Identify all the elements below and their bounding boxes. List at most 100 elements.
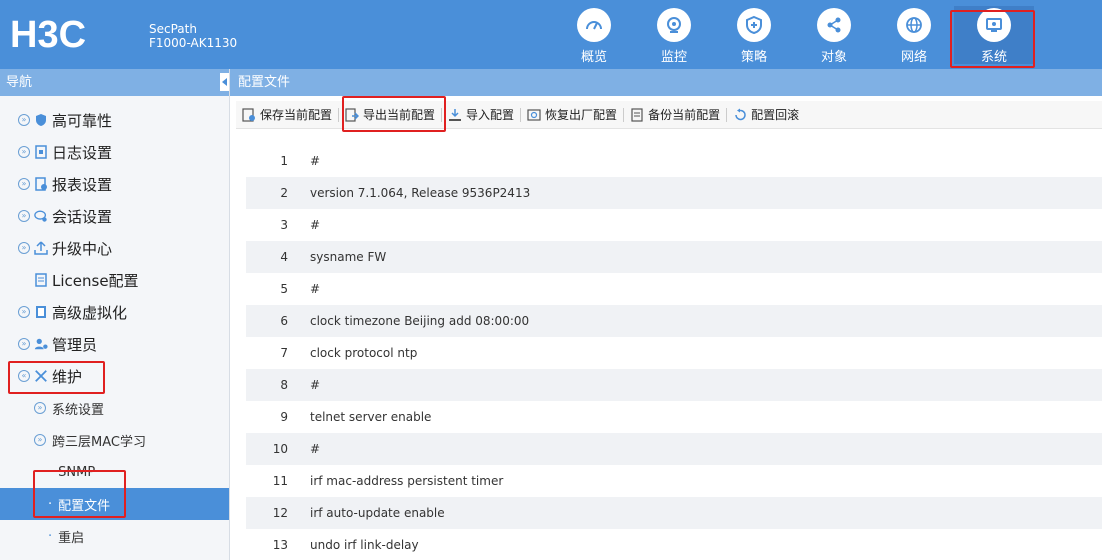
sidebar-subitem-label: 重启 <box>58 530 85 546</box>
sidebar-item-label: 高可靠性 <box>52 111 113 130</box>
rollback-icon <box>733 108 747 122</box>
tab-object[interactable]: 对象 <box>794 6 874 65</box>
sidebar-item-label: 管理员 <box>52 335 98 354</box>
rollback-config-button[interactable]: 配置回滚 <box>727 104 805 126</box>
tab-network[interactable]: 网络 <box>874 6 954 65</box>
tab-label: 监控 <box>660 50 687 65</box>
toolbar-label: 导入配置 <box>466 108 515 122</box>
line-number: 3 <box>280 218 288 232</box>
config-line: 11 irf mac-address persistent timer <box>246 465 1102 497</box>
expand-icon: » <box>18 210 30 222</box>
sidebar-item-report[interactable]: » 报表设置 <box>0 168 229 200</box>
sidebar-subitem-config-file[interactable]: · 配置文件 <box>0 488 229 520</box>
config-line: 13 undo irf link-delay <box>246 529 1102 560</box>
sidebar-item-ha[interactable]: » 高可靠性 <box>0 104 229 136</box>
sidebar-subitem-label: SNMP <box>58 464 96 480</box>
line-number: 2 <box>280 186 288 200</box>
sidebar-item-label: 升级中心 <box>52 239 113 258</box>
config-line: 5 # <box>246 273 1102 305</box>
virtual-icon <box>34 305 48 319</box>
shield-icon <box>34 113 48 127</box>
sidebar-title: 导航 <box>6 75 33 90</box>
upload-icon <box>34 241 48 255</box>
config-toolbar: 保存当前配置 导出当前配置 导入配置 恢复出厂配置 备份当前配置 配置回滚 <box>236 101 1102 129</box>
expand-icon: » <box>34 402 46 414</box>
line-text: # <box>310 154 321 168</box>
line-text: # <box>310 442 321 456</box>
export-config-button[interactable]: 导出当前配置 <box>339 104 441 126</box>
collapse-sidebar-button[interactable] <box>220 73 229 91</box>
sidebar-item-license[interactable]: License配置 <box>0 264 229 296</box>
toolbar-label: 恢复出厂配置 <box>545 108 618 122</box>
restore-factory-button[interactable]: 恢复出厂配置 <box>521 104 623 126</box>
product-line2: F1000-AK1130 <box>149 36 238 50</box>
backup-config-button[interactable]: 备份当前配置 <box>624 104 726 126</box>
bullet-icon: · <box>48 528 53 544</box>
tab-label: 网络 <box>900 50 927 65</box>
toolbar-label: 保存当前配置 <box>260 108 333 122</box>
config-line: 10 # <box>246 433 1102 465</box>
line-number: 5 <box>280 282 288 296</box>
sidebar-header: 导航 <box>0 69 229 96</box>
sidebar-item-label: 高级虚拟化 <box>52 303 128 322</box>
line-number: 8 <box>280 378 288 392</box>
line-number: 6 <box>280 314 288 328</box>
product-name: SecPath F1000-AK1130 <box>149 22 237 50</box>
license-icon <box>34 273 48 287</box>
sidebar-item-maintenance[interactable]: « 维护 <box>0 360 229 392</box>
expand-icon: » <box>18 146 30 158</box>
sidebar-item-session[interactable]: » 会话设置 <box>0 200 229 232</box>
tab-overview[interactable]: 概览 <box>554 6 634 65</box>
sidebar-item-virtualization[interactable]: » 高级虚拟化 <box>0 296 229 328</box>
tools-icon <box>34 369 48 383</box>
save-config-icon <box>242 107 256 122</box>
tab-label: 概览 <box>580 50 607 65</box>
tab-policy[interactable]: 策略 <box>714 6 794 65</box>
sidebar-item-log[interactable]: » 日志设置 <box>0 136 229 168</box>
session-icon <box>34 209 48 223</box>
line-text: # <box>310 282 321 296</box>
config-line: 12 irf auto-update enable <box>246 497 1102 529</box>
toolbar-label: 配置回滚 <box>751 108 800 122</box>
tab-monitor[interactable]: 监控 <box>634 6 714 65</box>
sidebar-item-admin[interactable]: » 管理员 <box>0 328 229 360</box>
top-header: H3C SecPath F1000-AK1130 概览 监控 策略 对象 网络 … <box>0 0 1102 69</box>
sidebar-subitem-label: 系统设置 <box>52 402 105 418</box>
tab-label: 策略 <box>740 50 767 65</box>
sidebar-subitem-system-settings[interactable]: » 系统设置 <box>0 392 229 424</box>
save-config-button[interactable]: 保存当前配置 <box>236 104 338 126</box>
expand-icon: » <box>18 338 30 350</box>
expand-icon: » <box>34 434 46 446</box>
line-text: clock protocol ntp <box>310 346 418 360</box>
config-line: 6 clock timezone Beijing add 08:00:00 <box>246 305 1102 337</box>
sidebar-item-upgrade[interactable]: » 升级中心 <box>0 232 229 264</box>
expand-icon: » <box>18 242 30 254</box>
config-line: 7 clock protocol ntp <box>246 337 1102 369</box>
h3c-logo: H3C <box>10 14 86 54</box>
globe-icon <box>906 17 922 33</box>
import-icon <box>448 108 462 122</box>
admin-icon <box>34 337 48 351</box>
sidebar-subitem-mac-learning[interactable]: » 跨三层MAC学习 <box>0 424 229 456</box>
tab-system[interactable]: 系统 <box>954 6 1034 65</box>
import-config-button[interactable]: 导入配置 <box>442 104 520 126</box>
dashboard-icon <box>586 21 602 30</box>
sidebar-subitem-reboot[interactable]: · 重启 <box>0 520 229 552</box>
toolbar-label: 导出当前配置 <box>363 108 436 122</box>
restore-icon <box>527 108 541 122</box>
expand-icon: » <box>18 178 30 190</box>
tab-label: 系统 <box>980 50 1007 65</box>
log-icon <box>34 145 48 159</box>
sidebar-subitem-snmp[interactable]: · SNMP <box>0 456 229 488</box>
monitor-icon <box>667 17 681 33</box>
sidebar-item-label: License配置 <box>52 271 139 290</box>
expand-icon: » <box>18 114 30 126</box>
sidebar-subitem-label: 跨三层MAC学习 <box>52 434 146 450</box>
config-line: 1 # <box>246 145 1102 177</box>
line-text: irf auto-update enable <box>310 506 445 520</box>
expand-icon: » <box>18 306 30 318</box>
line-text: irf mac-address persistent timer <box>310 474 504 488</box>
bullet-icon: · <box>48 464 53 480</box>
export-icon <box>345 107 360 122</box>
line-number: 13 <box>272 538 288 552</box>
